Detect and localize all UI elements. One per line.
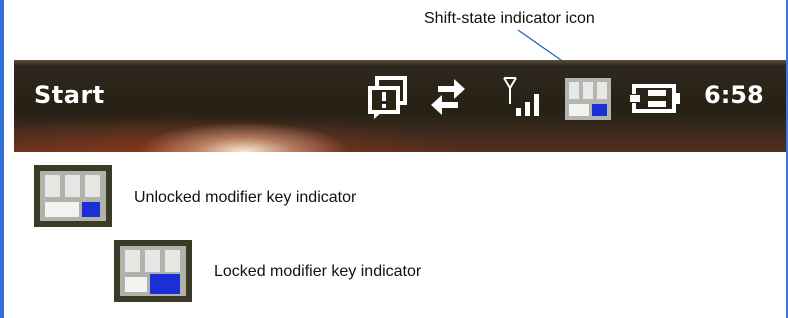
locked-indicator-label: Locked modifier key indicator: [214, 263, 422, 280]
sync-arrows-icon[interactable]: [427, 77, 469, 119]
taskbar-top-band: [14, 60, 786, 66]
taskbar: Start 6:58: [14, 60, 786, 152]
battery-plug-icon[interactable]: [628, 82, 684, 116]
unlocked-indicator-label: Unlocked modifier key indicator: [134, 189, 357, 206]
signal-strength-icon[interactable]: [500, 74, 544, 122]
frame-border-left: [0, 0, 4, 318]
notification-icon[interactable]: [366, 75, 410, 121]
locked-indicator-icon: [114, 240, 192, 302]
unlocked-indicator-icon: [34, 165, 112, 227]
callout-label: Shift-state indicator icon: [424, 10, 595, 27]
start-button[interactable]: Start: [34, 81, 105, 109]
shift-state-icon[interactable]: [565, 78, 611, 120]
clock[interactable]: 6:58: [704, 81, 764, 109]
